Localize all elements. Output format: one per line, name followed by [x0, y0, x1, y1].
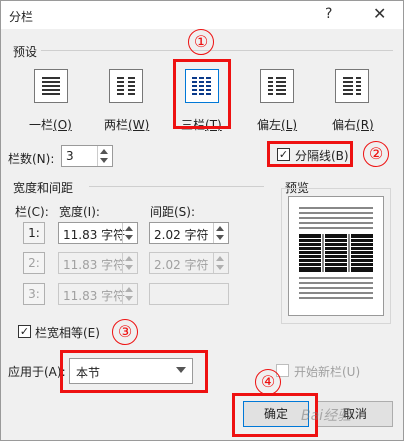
stepper-arrows[interactable]: [213, 223, 228, 243]
presets-divider: [41, 50, 393, 51]
equal-width-label[interactable]: 栏宽相等(E): [35, 324, 100, 341]
preset-one-column-icon[interactable]: [34, 69, 68, 103]
col-header: 栏(C):: [15, 205, 49, 219]
up-arrow-icon: [216, 256, 224, 261]
annotation-circle-3: ③: [112, 319, 138, 345]
down-arrow-icon: [125, 265, 133, 270]
apply-to-label: 应用于(A):: [8, 365, 66, 379]
annotation-circle-4: ④: [255, 369, 281, 395]
left-column-glyph: [268, 77, 286, 95]
highlight-box-separator: [267, 141, 353, 167]
three-column-preview-glyph: [299, 207, 373, 299]
annotation-circle-2: ②: [363, 141, 389, 167]
title-bar: 分栏 ? ✕: [1, 1, 403, 29]
preview-page: [288, 196, 384, 316]
two-columns-glyph: [117, 77, 135, 95]
watermark-text: Bai经验: [301, 408, 352, 424]
column-1-spacing-value: 2.02 字符: [154, 228, 209, 242]
help-icon[interactable]: ?: [325, 6, 332, 22]
preset-left-label[interactable]: 偏左(L): [257, 116, 297, 133]
width-spacing-group-label: 宽度和间距: [13, 181, 74, 195]
up-arrow-icon: [125, 287, 133, 292]
down-arrow-icon: [125, 296, 133, 301]
preset-right-label[interactable]: 偏右(R): [332, 116, 374, 133]
column-1-width-stepper[interactable]: 11.83 字符: [58, 222, 138, 244]
width-header: 宽度(I):: [59, 205, 100, 219]
dialog-title: 分栏: [9, 10, 34, 24]
column-2-spacing-stepper: 2.02 字符: [149, 252, 229, 274]
spacing-header: 间距(S):: [150, 205, 196, 219]
column-2-spacing-value: 2.02 字符: [154, 258, 209, 272]
preset-right-icon[interactable]: [335, 69, 369, 103]
stepper-arrows: [213, 253, 228, 273]
columns-count-stepper[interactable]: 3: [61, 145, 113, 167]
up-arrow-icon: [125, 256, 133, 261]
equal-width-checkbox[interactable]: ✓: [18, 325, 31, 338]
down-arrow-icon[interactable]: [100, 158, 108, 163]
column-2-width-value: 11.83 字符: [63, 258, 126, 272]
down-arrow-icon[interactable]: [125, 235, 133, 240]
presets-group-label: 预设: [13, 45, 38, 59]
new-column-label: 开始新栏(U): [294, 365, 361, 379]
column-number-1: 1:: [23, 222, 45, 244]
preset-left-icon[interactable]: [260, 69, 294, 103]
annotation-circle-1: ①: [188, 29, 214, 55]
column-1-spacing-stepper[interactable]: 2.02 字符: [149, 222, 229, 244]
up-arrow-icon[interactable]: [100, 149, 108, 154]
column-3-width-stepper: 11.83 字符: [58, 283, 138, 305]
column-3-width-value: 11.83 字符: [63, 289, 126, 303]
right-column-glyph: [343, 77, 361, 95]
highlight-box-three-columns: [173, 59, 231, 129]
close-icon[interactable]: ✕: [373, 4, 386, 23]
column-number-2: 2:: [23, 252, 45, 274]
width-spacing-divider: [89, 186, 264, 187]
highlight-box-apply-to: [60, 350, 208, 393]
column-3-spacing-field: [149, 283, 229, 305]
up-arrow-icon[interactable]: [216, 226, 224, 231]
column-number-3: 3:: [23, 283, 45, 305]
preset-one-column-label[interactable]: 一栏(O): [29, 116, 72, 133]
columns-dialog: 分栏 ? ✕ 预设 一栏(O) 两栏(W) 三栏(T) ① 偏左(L) 偏右(R…: [0, 0, 404, 441]
columns-count-value: 3: [66, 149, 74, 163]
columns-count-label: 栏数(N):: [8, 152, 55, 166]
preset-two-columns-label[interactable]: 两栏(W): [104, 116, 149, 133]
stepper-arrows[interactable]: [97, 146, 112, 166]
stepper-arrows: [122, 284, 137, 304]
down-arrow-icon: [216, 265, 224, 270]
one-column-glyph: [42, 77, 60, 95]
stepper-arrows: [122, 253, 137, 273]
column-1-width-value: 11.83 字符: [63, 228, 126, 242]
preset-two-columns-icon[interactable]: [109, 69, 143, 103]
stepper-arrows[interactable]: [122, 223, 137, 243]
down-arrow-icon[interactable]: [216, 235, 224, 240]
up-arrow-icon[interactable]: [125, 226, 133, 231]
column-2-width-stepper: 11.83 字符: [58, 252, 138, 274]
